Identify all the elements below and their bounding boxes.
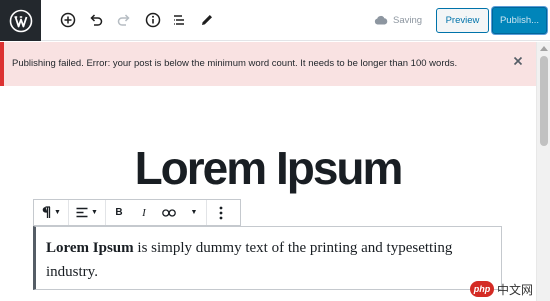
saving-status: Saving (374, 12, 422, 28)
wordpress-icon (9, 9, 32, 32)
saving-label: Saving (393, 14, 423, 26)
info-icon[interactable] (142, 9, 164, 31)
watermark-logo: php (470, 281, 494, 297)
align-icon (76, 207, 88, 218)
add-block-icon[interactable] (57, 9, 79, 31)
paragraph-icon (42, 206, 51, 218)
scroll-up-arrow-icon[interactable] (540, 46, 548, 51)
paragraph-text[interactable]: Lorem Ipsum is simply dummy text of the … (46, 236, 486, 284)
link-icon[interactable] (156, 200, 182, 225)
editor-header: Saving Preview Publish... (0, 0, 550, 41)
edit-tool-icon[interactable] (196, 9, 218, 31)
chevron-down-icon: ▼ (91, 209, 98, 216)
notice-message: Publishing failed. Error: your post is b… (12, 58, 458, 69)
close-icon[interactable] (511, 54, 525, 68)
chevron-down-icon: ▼ (54, 209, 61, 216)
paragraph-block[interactable]: Lorem Ipsum is simply dummy text of the … (33, 226, 502, 290)
error-notice: Publishing failed. Error: your post is b… (0, 42, 536, 86)
preview-button[interactable]: Preview (436, 8, 489, 33)
more-options-icon[interactable] (207, 200, 235, 225)
watermark-text: 中文网 (497, 282, 534, 297)
post-title[interactable]: Lorem Ipsum (0, 138, 536, 198)
undo-icon[interactable] (85, 9, 107, 31)
cloud-icon (374, 15, 388, 25)
more-formatting-dropdown[interactable]: ▼ (182, 200, 206, 225)
paragraph-bold-text: Lorem Ipsum (46, 240, 134, 256)
publish-button[interactable]: Publish... (492, 7, 547, 34)
scrollbar[interactable] (536, 42, 550, 301)
block-toolbar: ▼ ▼ B I ▼ (33, 199, 241, 226)
italic-icon[interactable]: I (132, 200, 156, 225)
align-dropdown[interactable]: ▼ (69, 200, 105, 225)
block-type-switcher[interactable]: ▼ (34, 200, 68, 225)
chevron-down-icon: ▼ (190, 209, 198, 216)
list-view-icon[interactable] (168, 9, 190, 31)
site-watermark: php 中文网 (470, 279, 550, 299)
redo-icon[interactable] (113, 9, 135, 31)
bold-icon[interactable]: B (106, 200, 132, 225)
wordpress-logo[interactable] (0, 0, 41, 41)
scroll-thumb[interactable] (540, 56, 548, 146)
